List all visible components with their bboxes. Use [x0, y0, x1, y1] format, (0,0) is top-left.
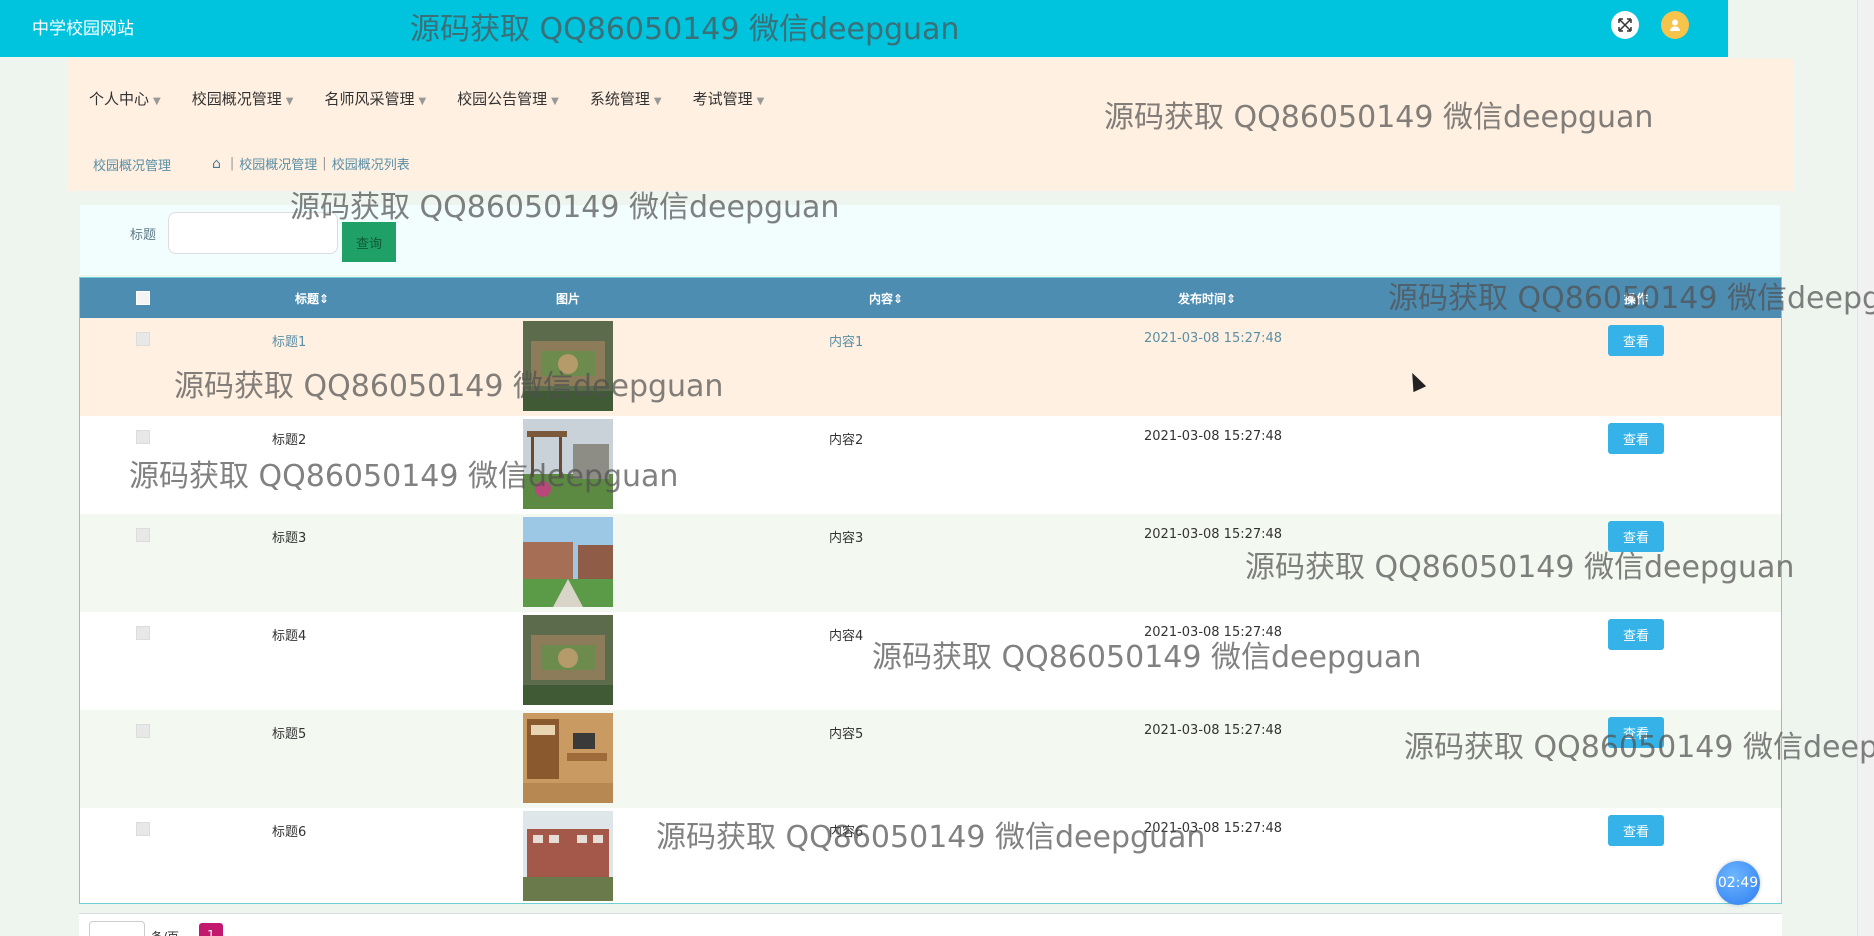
nav-personal-center[interactable]: 个人中心 ▼ — [89, 88, 161, 109]
nav-label: 考试管理 — [692, 90, 753, 108]
cell-time: 2021-03-08 15:27:48 — [1144, 821, 1283, 836]
nav-label: 名师风采管理 — [324, 90, 415, 108]
header-label: 标题 — [294, 292, 319, 306]
cell-content: 内容5 — [829, 727, 864, 742]
view-button[interactable]: 查看 — [1608, 423, 1664, 454]
header-label: 内容 — [868, 292, 893, 306]
nav-label: 个人中心 — [89, 90, 150, 108]
header-label: 发布时间 — [1177, 292, 1226, 306]
row-checkbox[interactable] — [136, 528, 150, 542]
table-row[interactable]: 标题5 内容5 2021-03-08 15:27:48 查看 — [80, 710, 1781, 808]
chevron-down-icon: ▼ — [551, 96, 559, 107]
pagination: 条/页 1 — [79, 913, 1782, 936]
table-row[interactable]: 标题2 内容2 2021-03-08 15:27:48 查看 — [80, 416, 1781, 514]
table-row[interactable]: 标题3 内容3 2021-03-08 15:27:48 查看 — [80, 514, 1781, 612]
nav-label: 系统管理 — [589, 90, 650, 108]
row-image — [523, 419, 613, 509]
view-button[interactable]: 查看 — [1608, 325, 1664, 356]
home-icon[interactable]: ⌂ — [212, 156, 221, 172]
cell-content: 内容3 — [829, 531, 864, 546]
cell-content: 内容6 — [829, 825, 864, 840]
cell-content: 内容2 — [829, 433, 864, 448]
section-title: 校园概况管理 — [93, 159, 172, 174]
nav-announcements[interactable]: 校园公告管理 ▼ — [457, 88, 559, 109]
header-action: 操作 — [1623, 292, 1648, 306]
sort-icon: ⇕ — [892, 292, 904, 306]
row-image — [523, 517, 613, 607]
cell-time: 2021-03-08 15:27:48 — [1144, 723, 1283, 738]
breadcrumb: ⌂ | 校园概况管理 | 校园概况列表 — [212, 154, 410, 174]
header-title[interactable]: 标题⇕ — [272, 290, 352, 307]
header-time[interactable]: 发布时间⇕ — [1152, 290, 1262, 307]
header-image: 图片 — [555, 292, 580, 306]
cell-content: 内容4 — [829, 629, 864, 644]
view-button[interactable]: 查看 — [1608, 619, 1664, 650]
row-image — [523, 615, 613, 705]
row-image — [523, 321, 613, 411]
cell-title: 标题5 — [272, 727, 307, 742]
cell-time: 2021-03-08 15:27:48 — [1144, 527, 1283, 542]
table-row[interactable]: 标题1 内容1 2021-03-08 15:27:48 查看 — [80, 318, 1781, 416]
row-image — [523, 713, 613, 803]
search-button[interactable]: 查询 — [342, 222, 396, 262]
cell-title: 标题3 — [272, 531, 307, 546]
chevron-down-icon: ▼ — [153, 96, 161, 107]
table-row[interactable]: 标题6 内容6 2021-03-08 15:27:48 查看 — [80, 808, 1781, 903]
breadcrumb-item[interactable]: 校园概况管理 — [239, 154, 317, 173]
sort-icon: ⇕ — [318, 292, 330, 306]
page-scrollbar[interactable] — [1857, 0, 1874, 936]
top-bar: 中学校园网站 — [0, 0, 1728, 57]
search-input[interactable] — [168, 212, 338, 254]
page-size-select[interactable] — [89, 921, 145, 936]
row-checkbox[interactable] — [136, 822, 150, 836]
per-page-label: 条/页 — [151, 928, 179, 936]
cell-title: 标题1 — [272, 335, 307, 350]
nav-area: 个人中心 ▼ 校园概况管理 ▼ 名师风采管理 ▼ 校园公告管理 ▼ 系统管理 ▼ 考试管理… — [67, 58, 1794, 191]
fullscreen-icon[interactable] — [1611, 11, 1639, 39]
nav-teachers[interactable]: 名师风采管理 ▼ — [324, 88, 426, 109]
chevron-down-icon: ▼ — [653, 96, 662, 107]
cell-title: 标题4 — [272, 629, 307, 644]
view-button[interactable]: 查看 — [1608, 815, 1664, 846]
cell-title: 标题6 — [272, 825, 307, 840]
chevron-down-icon: ▼ — [418, 96, 427, 107]
view-button[interactable]: 查看 — [1608, 717, 1664, 748]
nav-campus-overview[interactable]: 校园概况管理 ▼ — [192, 88, 294, 109]
cell-content: 内容1 — [829, 335, 864, 350]
breadcrumb-separator: | — [322, 156, 327, 171]
select-all-checkbox[interactable] — [136, 291, 150, 305]
breadcrumb-item-current: 校园概况列表 — [331, 158, 410, 173]
nav-label: 校园概况管理 — [191, 90, 282, 108]
row-checkbox[interactable] — [136, 626, 150, 640]
main-nav: 个人中心 ▼ 校园概况管理 ▼ 名师风采管理 ▼ 校园公告管理 ▼ 系统管理 ▼ 考试管理… — [89, 88, 795, 109]
sort-icon: ⇕ — [1225, 292, 1237, 306]
row-checkbox[interactable] — [136, 430, 150, 444]
data-table: 标题⇕ 图片 内容⇕ 发布时间⇕ 操作 标题1 内容1 2021-03-08 1… — [79, 277, 1782, 904]
page-button-current[interactable]: 1 — [199, 923, 223, 936]
user-avatar-icon[interactable] — [1661, 11, 1689, 39]
cell-time: 2021-03-08 15:27:48 — [1144, 429, 1283, 444]
nav-exams[interactable]: 考试管理 ▼ — [693, 88, 765, 109]
breadcrumb-separator: | — [229, 156, 235, 171]
cell-time: 2021-03-08 15:27:48 — [1144, 331, 1283, 346]
chevron-down-icon: ▼ — [285, 96, 294, 107]
table-header: 标题⇕ 图片 内容⇕ 发布时间⇕ 操作 — [80, 278, 1781, 318]
nav-system[interactable]: 系统管理 ▼ — [590, 88, 662, 109]
header-content[interactable]: 内容⇕ — [846, 290, 926, 307]
row-image — [523, 811, 613, 901]
timer-badge: 02:49 — [1716, 861, 1760, 905]
nav-label: 校园公告管理 — [457, 90, 548, 108]
view-button[interactable]: 查看 — [1608, 521, 1664, 552]
row-checkbox[interactable] — [136, 332, 150, 346]
search-area: 标题 查询 — [80, 205, 1780, 275]
search-label: 标题 — [130, 228, 157, 243]
row-checkbox[interactable] — [136, 724, 150, 738]
cell-title: 标题2 — [272, 433, 307, 448]
site-title: 中学校园网站 — [32, 19, 134, 39]
cell-time: 2021-03-08 15:27:48 — [1144, 625, 1283, 640]
table-row[interactable]: 标题4 内容4 2021-03-08 15:27:48 查看 — [80, 612, 1781, 710]
chevron-down-icon: ▼ — [756, 96, 765, 107]
